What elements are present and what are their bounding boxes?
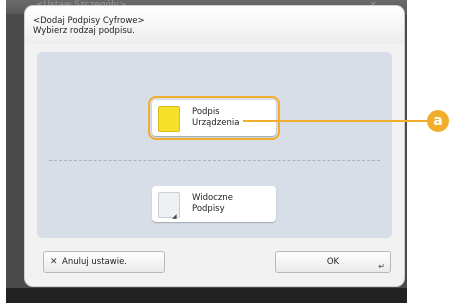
enter-corner-icon: ↵: [378, 262, 385, 271]
yellow-stamp-icon: [158, 106, 180, 132]
device-signature-label: Podpis Urządzenia: [192, 107, 240, 128]
device-screen: <Ustaw Szczegóły> × <Dodaj Podpisy Cyfro…: [6, 0, 407, 303]
visible-signature-option[interactable]: ◢ Widoczne Podpisy: [152, 186, 276, 222]
ok-button-label: OK: [326, 257, 340, 267]
submenu-arrow-icon: ◢: [172, 213, 177, 220]
visible-signature-label: Widoczne Podpisy: [192, 193, 233, 214]
callout-badge: a: [427, 110, 449, 132]
signature-type-panel: Podpis Urządzenia ◢ Widoczne Podpisy: [37, 52, 392, 238]
bottom-status-bar: [6, 288, 407, 303]
callout-leader-line: [243, 120, 433, 122]
add-digital-signature-dialog: <Dodaj Podpisy Cyfrowe> Wybierz rodzaj p…: [25, 6, 404, 286]
options-divider: [49, 160, 380, 161]
ok-button[interactable]: OK ↵: [275, 251, 391, 273]
dialog-instruction: Wybierz rodzaj podpisu.: [33, 26, 135, 36]
dialog-title: <Dodaj Podpisy Cyfrowe>: [33, 16, 145, 26]
cancel-button-label: Anuluj ustawie.: [62, 257, 128, 267]
cancel-settings-button[interactable]: ✕ Anuluj ustawie.: [43, 251, 165, 273]
cancel-x-icon: ✕: [50, 257, 58, 267]
dialog-header: <Dodaj Podpisy Cyfrowe> Wybierz rodzaj p…: [25, 6, 404, 44]
device-signature-option[interactable]: Podpis Urządzenia: [148, 96, 280, 140]
